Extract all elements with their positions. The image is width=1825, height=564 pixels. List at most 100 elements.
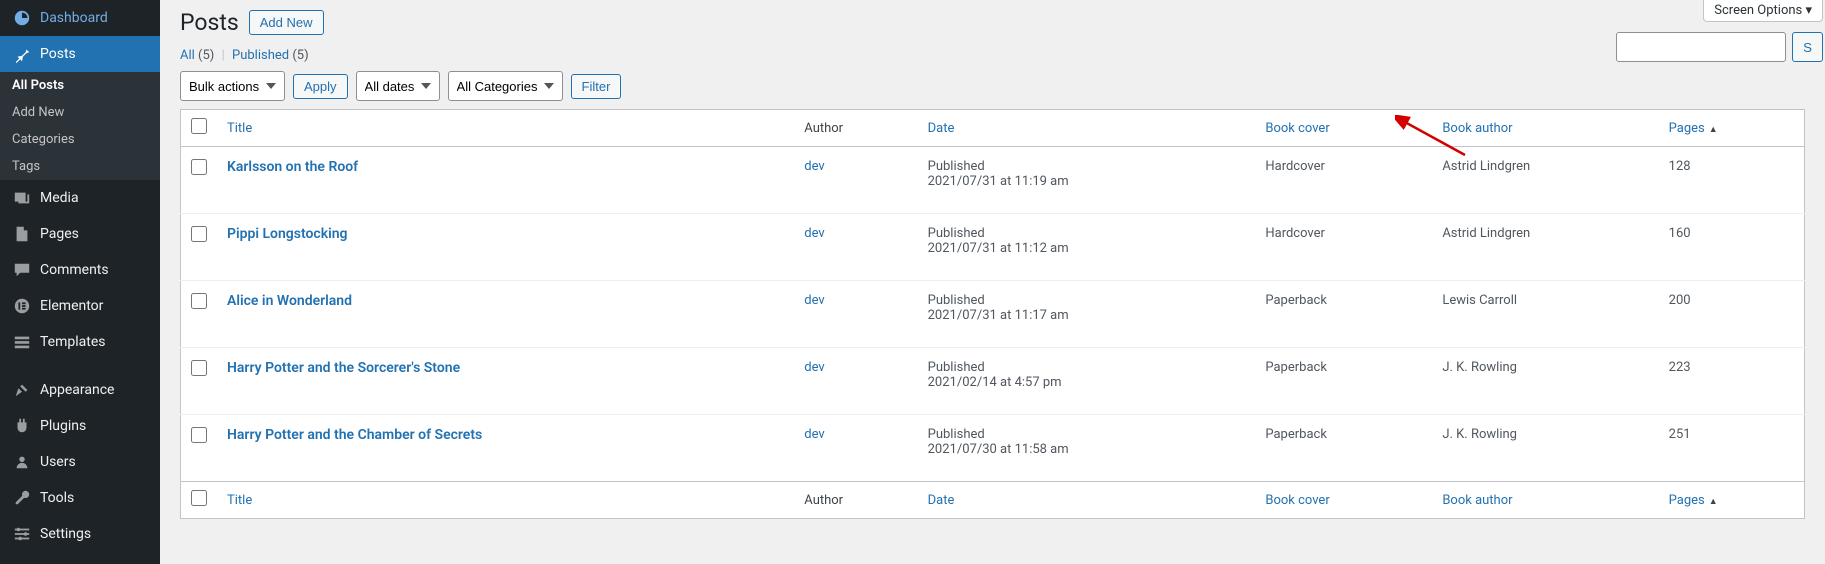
filter-link-published[interactable]: Published bbox=[232, 48, 289, 63]
sidebar-item-appearance[interactable]: Appearance bbox=[0, 372, 160, 408]
cell-date: Published2021/07/31 at 11:19 am bbox=[918, 147, 1256, 214]
submenu-item-categories[interactable]: Categories bbox=[0, 126, 160, 153]
sidebar-item-elementor[interactable]: Elementor bbox=[0, 288, 160, 324]
row-checkbox[interactable] bbox=[191, 226, 207, 242]
colf-book-author[interactable]: Book author bbox=[1432, 482, 1658, 519]
tools-icon bbox=[12, 488, 32, 508]
filter-button[interactable]: Filter bbox=[571, 74, 622, 99]
cell-book-author: Astrid Lindgren bbox=[1432, 214, 1658, 281]
sidebar-item-media[interactable]: Media bbox=[0, 180, 160, 216]
elementor-icon bbox=[12, 296, 32, 316]
table-row: Pippi Longstocking dev Published2021/07/31… bbox=[181, 214, 1805, 281]
sidebar-item-posts[interactable]: Posts bbox=[0, 36, 160, 72]
sidebar-label-elementor: Elementor bbox=[40, 298, 103, 314]
pin-icon bbox=[12, 44, 32, 64]
post-title-link[interactable]: Harry Potter and the Chamber of Secrets bbox=[227, 427, 482, 443]
cell-book-author: J. K. Rowling bbox=[1432, 348, 1658, 415]
posts-table: Title Author Date Book cover Book author… bbox=[180, 109, 1805, 519]
row-checkbox[interactable] bbox=[191, 293, 207, 309]
submenu-item-tags[interactable]: Tags bbox=[0, 153, 160, 180]
submenu-item-add-new[interactable]: Add New bbox=[0, 99, 160, 126]
cell-pages: 160 bbox=[1659, 214, 1805, 281]
author-link[interactable]: dev bbox=[804, 226, 824, 241]
cell-pages: 223 bbox=[1659, 348, 1805, 415]
page-title: Posts bbox=[180, 9, 239, 36]
sort-asc-icon: ▲ bbox=[1709, 125, 1718, 135]
colf-pages[interactable]: Pages▲ bbox=[1659, 482, 1805, 519]
dashboard-icon bbox=[12, 8, 32, 28]
cell-date: Published2021/07/31 at 11:12 am bbox=[918, 214, 1256, 281]
filter-count-published: (5) bbox=[292, 48, 308, 63]
add-new-button[interactable]: Add New bbox=[249, 10, 324, 35]
sidebar-label-appearance: Appearance bbox=[40, 382, 114, 398]
sidebar-item-tools[interactable]: Tools bbox=[0, 480, 160, 516]
search-button[interactable]: S bbox=[1792, 32, 1823, 62]
media-icon bbox=[12, 188, 32, 208]
sidebar-label-dashboard: Dashboard bbox=[40, 10, 108, 26]
row-checkbox[interactable] bbox=[191, 427, 207, 443]
sidebar-label-media: Media bbox=[40, 190, 79, 206]
sidebar-item-pages[interactable]: Pages bbox=[0, 216, 160, 252]
sidebar-label-posts: Posts bbox=[40, 46, 76, 62]
screen-options-button[interactable]: Screen Options ▾ bbox=[1703, 0, 1823, 22]
cell-book-cover: Hardcover bbox=[1255, 147, 1432, 214]
search-input[interactable] bbox=[1616, 32, 1786, 62]
table-row: Harry Potter and the Chamber of Secrets d… bbox=[181, 415, 1805, 482]
cell-book-author: J. K. Rowling bbox=[1432, 415, 1658, 482]
bulk-actions-select[interactable]: Bulk actions bbox=[180, 71, 285, 101]
search-box: S bbox=[1616, 32, 1823, 62]
author-link[interactable]: dev bbox=[804, 293, 824, 308]
post-title-link[interactable]: Alice in Wonderland bbox=[227, 293, 352, 309]
sidebar-label-tools: Tools bbox=[40, 490, 74, 506]
author-link[interactable]: dev bbox=[804, 360, 824, 375]
post-title-link[interactable]: Karlsson on the Roof bbox=[227, 159, 358, 175]
col-author: Author bbox=[794, 110, 917, 147]
table-row: Alice in WonderlanddevPublished2021/07/3… bbox=[181, 281, 1805, 348]
main-content: Screen Options ▾ Posts Add New S All (5)… bbox=[160, 0, 1825, 564]
pages-icon bbox=[12, 224, 32, 244]
sidebar-item-settings[interactable]: Settings bbox=[0, 516, 160, 552]
colf-author: Author bbox=[794, 482, 917, 519]
sidebar-item-templates[interactable]: Templates bbox=[0, 324, 160, 360]
apply-button[interactable]: Apply bbox=[293, 74, 348, 99]
col-date[interactable]: Date bbox=[918, 110, 1256, 147]
table-row: Karlsson on the Roof dev Published2021/07/… bbox=[181, 147, 1805, 214]
sidebar-item-users[interactable]: Users bbox=[0, 444, 160, 480]
select-all-checkbox[interactable] bbox=[191, 118, 207, 134]
col-title[interactable]: Title bbox=[217, 110, 794, 147]
sort-asc-icon-foot: ▲ bbox=[1709, 497, 1718, 507]
cell-date: Published2021/07/30 at 11:58 am bbox=[918, 415, 1256, 482]
post-title-link[interactable]: Harry Potter and the Sorcerer's Stone bbox=[227, 360, 460, 376]
col-pages[interactable]: Pages▲ bbox=[1659, 110, 1805, 147]
author-link[interactable]: dev bbox=[804, 427, 824, 442]
cell-pages: 128 bbox=[1659, 147, 1805, 214]
sidebar-item-dashboard[interactable]: Dashboard bbox=[0, 0, 160, 36]
settings-icon bbox=[12, 524, 32, 544]
sidebar-item-comments[interactable]: Comments bbox=[0, 252, 160, 288]
cell-book-cover: Paperback bbox=[1255, 348, 1432, 415]
row-checkbox[interactable] bbox=[191, 159, 207, 175]
col-book-author[interactable]: Book author bbox=[1432, 110, 1658, 147]
filter-link-all[interactable]: All bbox=[180, 48, 195, 63]
dates-select[interactable]: All dates bbox=[356, 71, 440, 101]
cell-book-cover: Paperback bbox=[1255, 415, 1432, 482]
colf-date[interactable]: Date bbox=[918, 482, 1256, 519]
author-link[interactable]: dev bbox=[804, 159, 824, 174]
admin-sidebar: Dashboard Posts All Posts Add New Catego… bbox=[0, 0, 160, 564]
cell-date: Published2021/02/14 at 4:57 pm bbox=[918, 348, 1256, 415]
cell-book-cover: Paperback bbox=[1255, 281, 1432, 348]
post-title-link[interactable]: Pippi Longstocking bbox=[227, 226, 348, 242]
colf-title[interactable]: Title bbox=[217, 482, 794, 519]
table-row: Harry Potter and the Sorcerer's Stone dev… bbox=[181, 348, 1805, 415]
row-checkbox[interactable] bbox=[191, 360, 207, 376]
sidebar-item-plugins[interactable]: Plugins bbox=[0, 408, 160, 444]
categories-select[interactable]: All Categories bbox=[448, 71, 563, 101]
submenu-item-all-posts[interactable]: All Posts bbox=[0, 72, 160, 99]
sidebar-label-plugins: Plugins bbox=[40, 418, 86, 434]
select-all-checkbox-foot[interactable] bbox=[191, 490, 207, 506]
cell-book-cover: Hardcover bbox=[1255, 214, 1432, 281]
sidebar-label-pages: Pages bbox=[40, 226, 79, 242]
sidebar-label-templates: Templates bbox=[40, 334, 106, 350]
colf-book-cover[interactable]: Book cover bbox=[1255, 482, 1432, 519]
col-book-cover[interactable]: Book cover bbox=[1255, 110, 1432, 147]
